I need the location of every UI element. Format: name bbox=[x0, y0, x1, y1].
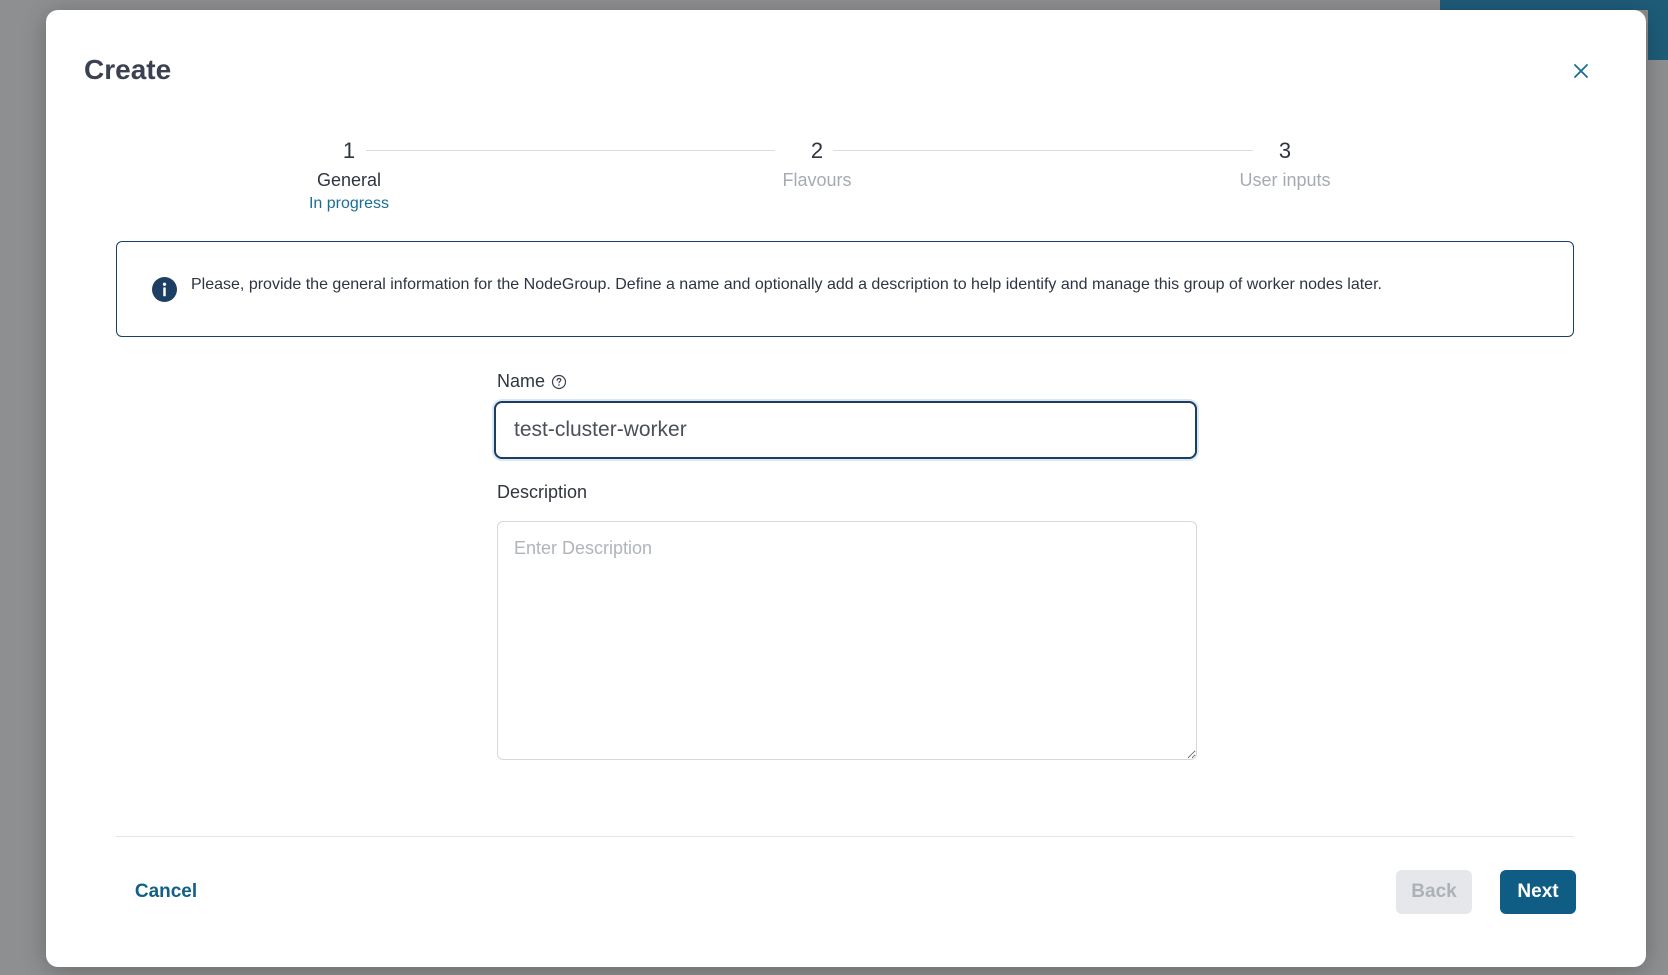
step-user-inputs: 3 User inputs bbox=[1165, 136, 1405, 191]
info-notice: Please, provide the general information … bbox=[116, 241, 1574, 337]
step-number: 3 bbox=[1278, 138, 1292, 163]
help-circle-icon[interactable] bbox=[551, 374, 567, 390]
close-button[interactable] bbox=[1566, 56, 1596, 86]
close-icon bbox=[1574, 64, 1588, 78]
step-status: In progress bbox=[308, 195, 390, 212]
footer-divider bbox=[116, 836, 1574, 837]
step-label: General bbox=[316, 170, 382, 190]
background-accent-strip bbox=[1648, 0, 1668, 60]
description-textarea[interactable] bbox=[497, 521, 1197, 760]
next-button[interactable]: Next bbox=[1500, 870, 1576, 914]
step-flavours: 2 Flavours bbox=[697, 136, 937, 191]
cancel-button[interactable]: Cancel bbox=[116, 870, 216, 914]
modal-title: Create bbox=[84, 54, 172, 85]
step-number: 1 bbox=[342, 138, 356, 163]
name-label: Name bbox=[497, 371, 546, 391]
name-input[interactable] bbox=[494, 401, 1197, 459]
background-topbar bbox=[1440, 0, 1668, 10]
name-label-row: Name bbox=[497, 371, 567, 392]
back-button[interactable]: Back bbox=[1396, 870, 1472, 914]
description-label: Description bbox=[497, 482, 588, 502]
step-number: 2 bbox=[810, 138, 824, 163]
info-icon bbox=[152, 276, 177, 302]
step-label: User inputs bbox=[1239, 170, 1331, 190]
info-text: Please, provide the general information … bbox=[191, 276, 1382, 293]
step-general: 1 General In progress bbox=[229, 136, 469, 213]
create-modal: Create 1 General In progress 2 Flavours … bbox=[46, 10, 1646, 967]
step-label: Flavours bbox=[782, 170, 852, 190]
